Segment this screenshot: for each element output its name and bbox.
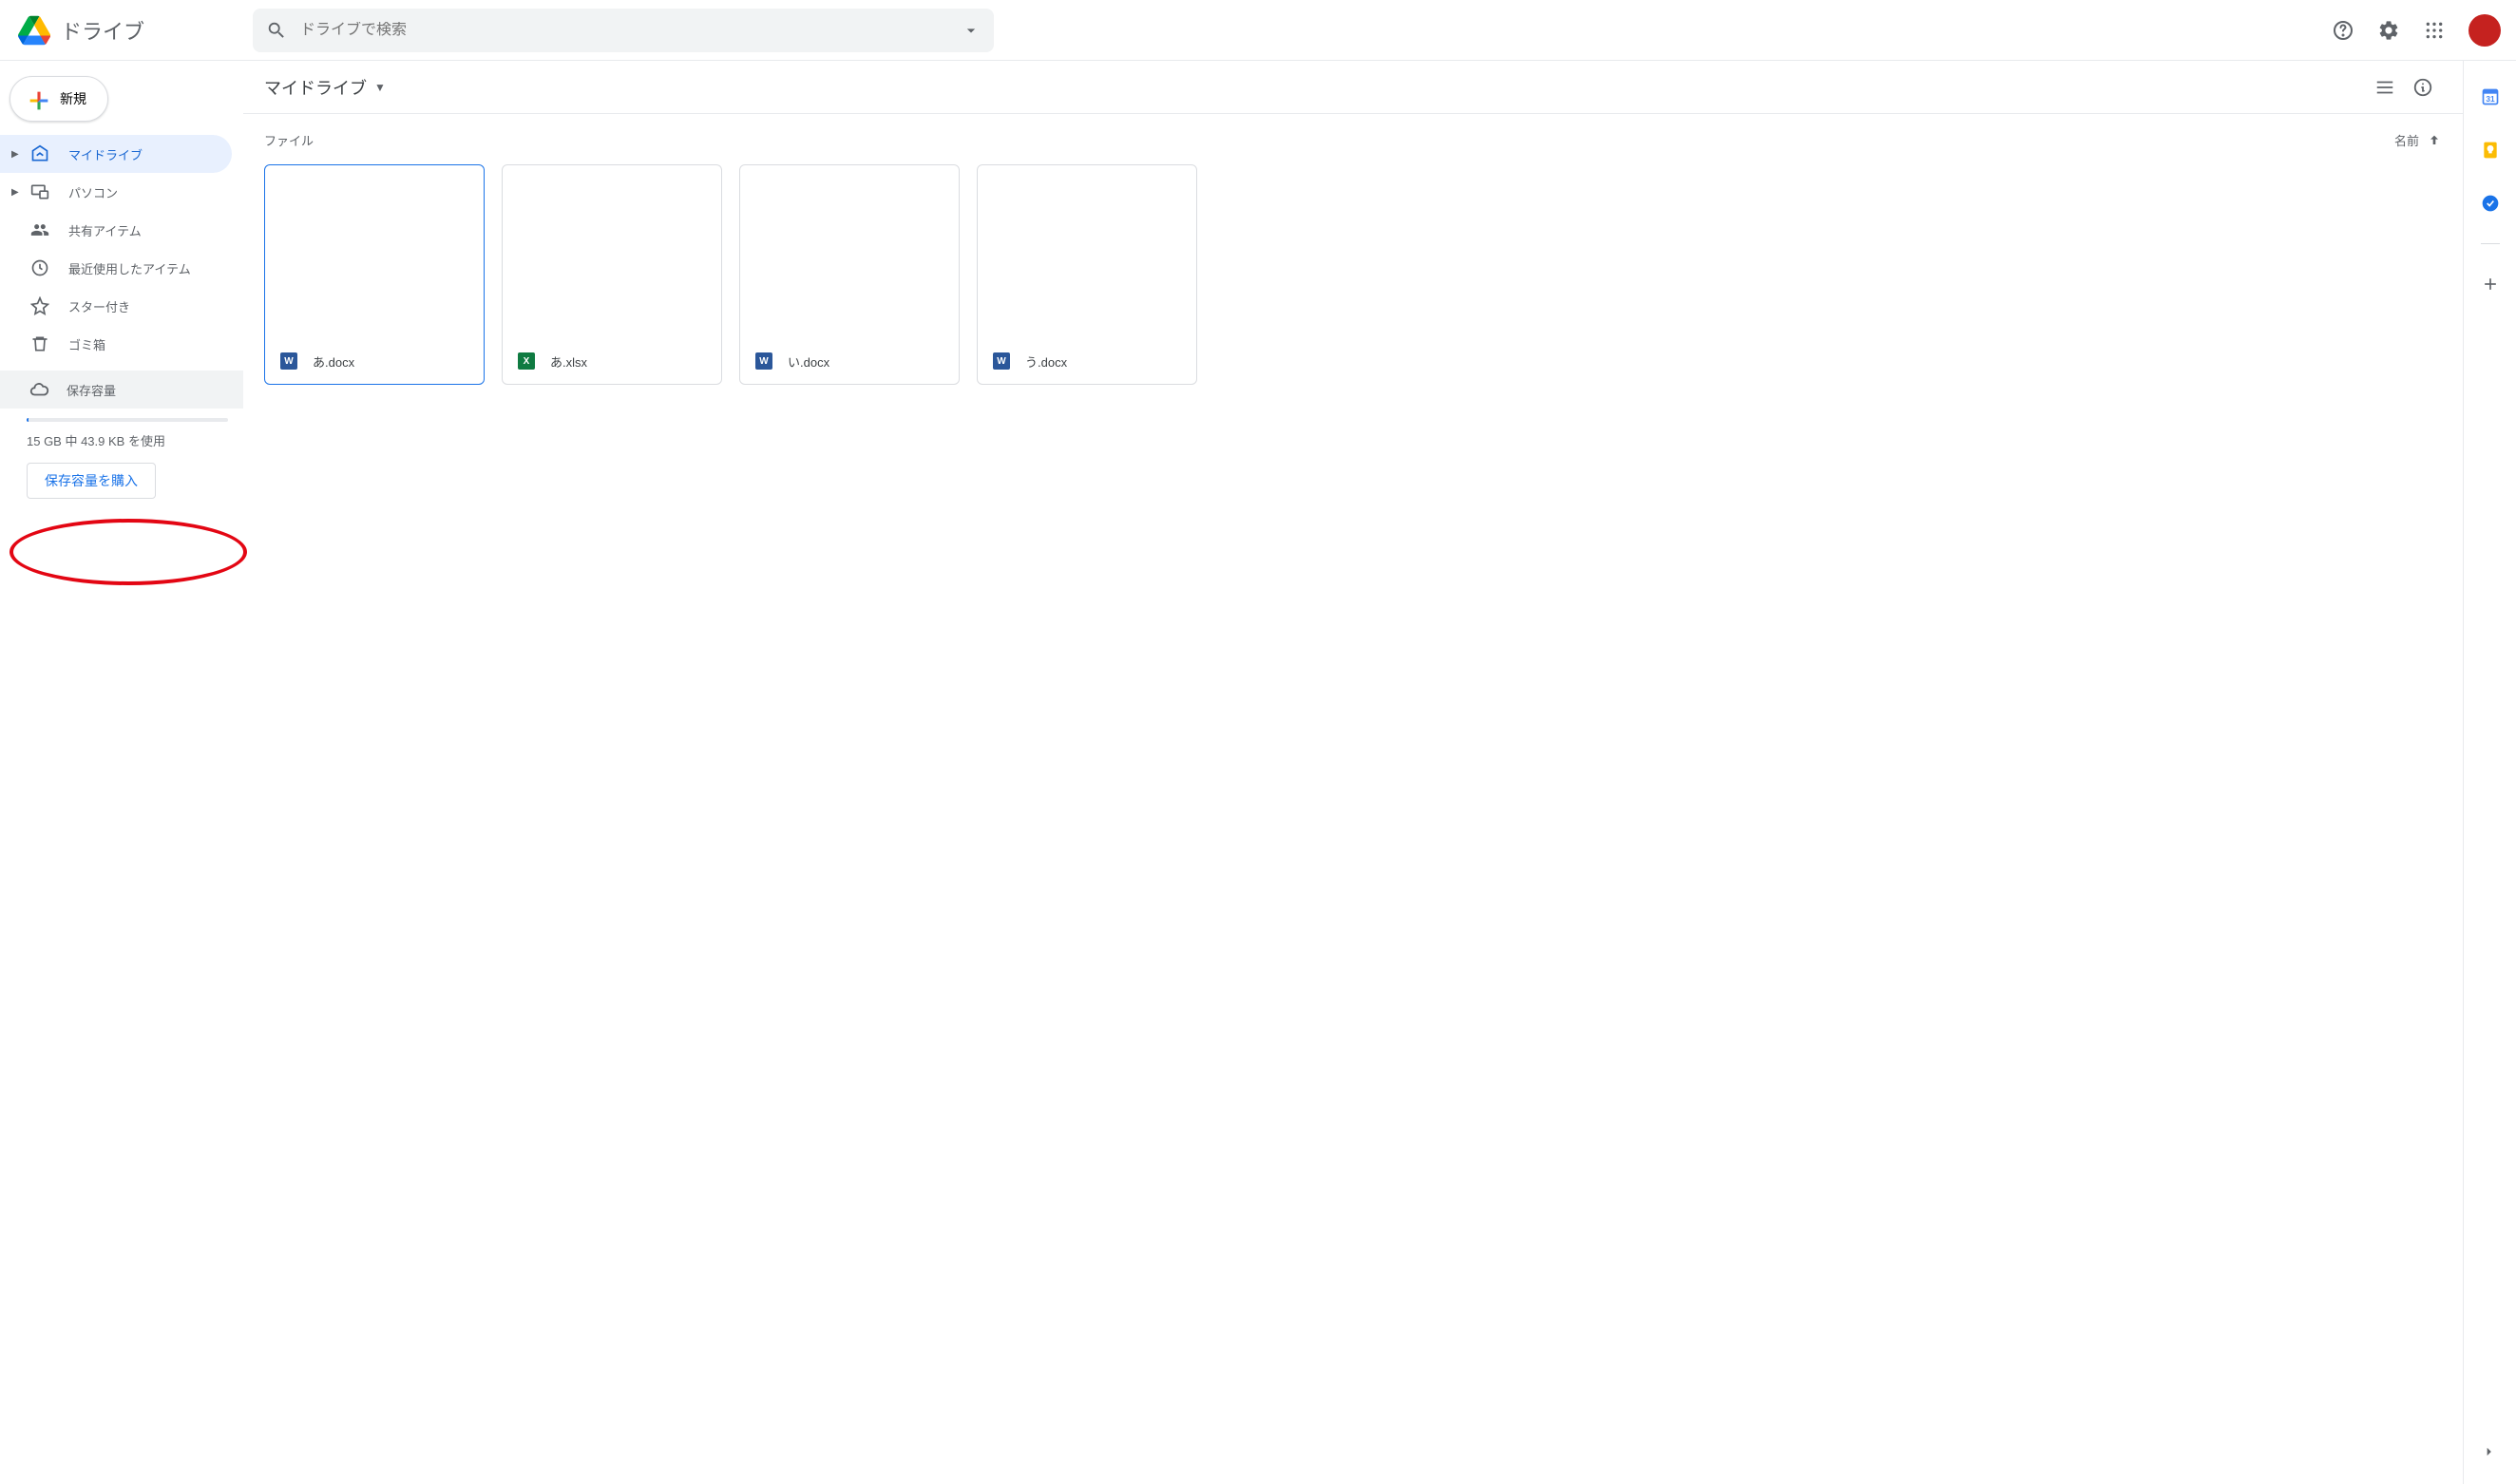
logo-area[interactable]: ドライブ — [15, 11, 253, 49]
sidebar-item-label: ゴミ箱 — [68, 335, 105, 353]
expand-icon[interactable]: ▶ — [11, 149, 23, 160]
account-avatar[interactable] — [2468, 14, 2501, 47]
sort-label: 名前 — [2394, 131, 2419, 149]
sidebar-item-label: マイドライブ — [68, 145, 143, 163]
files-grid: W あ.docx X あ.xlsx W い.docx — [243, 159, 2463, 390]
search-icon — [266, 20, 287, 41]
side-panel: 31 — [2463, 61, 2516, 1484]
file-preview — [503, 165, 721, 338]
storage-text: 15 GB 中 43.9 KB を使用 — [27, 431, 243, 449]
help-button[interactable] — [2324, 11, 2362, 49]
chevron-down-icon: ▼ — [374, 81, 386, 94]
annotation-circle — [10, 519, 247, 585]
sidebar-item-label: 共有アイテム — [68, 221, 142, 239]
list-view-button[interactable] — [2366, 68, 2404, 106]
add-apps-button[interactable] — [2471, 265, 2509, 303]
breadcrumb[interactable]: マイドライブ ▼ — [264, 75, 386, 100]
excel-icon: X — [518, 352, 535, 370]
header: ドライブ — [0, 0, 2516, 61]
arrow-up-icon — [2427, 133, 2442, 148]
sort-button[interactable]: 名前 — [2394, 131, 2442, 149]
word-icon: W — [993, 352, 1010, 370]
header-tools — [2324, 11, 2501, 49]
new-button[interactable]: 新規 — [10, 76, 108, 122]
mydrive-icon — [29, 143, 51, 165]
expand-icon[interactable]: ▶ — [11, 187, 23, 198]
sidebar-item-label: スター付き — [68, 297, 130, 315]
calendar-app-icon[interactable]: 31 — [2471, 78, 2509, 116]
file-name: あ.docx — [313, 352, 354, 371]
shared-icon — [29, 219, 51, 241]
sidebar-item-label: パソコン — [68, 183, 118, 201]
sidebar-item-label: 最近使用したアイテム — [68, 259, 191, 277]
new-button-label: 新規 — [60, 89, 86, 108]
sidebar-item-shared[interactable]: 共有アイテム — [0, 211, 232, 249]
computers-icon — [29, 181, 51, 203]
star-icon — [29, 295, 51, 317]
search-options-icon[interactable] — [962, 21, 981, 40]
sidebar-item-storage[interactable]: 保存容量 — [0, 371, 243, 409]
search-bar[interactable] — [253, 9, 994, 52]
file-preview — [265, 165, 484, 338]
sidebar-item-mydrive[interactable]: ▶ マイドライブ — [0, 135, 232, 173]
file-name: あ.xlsx — [550, 352, 587, 371]
storage-bar — [27, 418, 228, 422]
drive-logo-icon — [15, 11, 53, 49]
plus-icon — [26, 87, 48, 110]
divider — [2481, 243, 2500, 244]
section-label: ファイル — [264, 131, 314, 149]
search-input[interactable] — [300, 22, 962, 39]
sidebar-item-starred[interactable]: スター付き — [0, 287, 232, 325]
details-button[interactable] — [2404, 68, 2442, 106]
breadcrumb-label: マイドライブ — [264, 75, 367, 100]
file-name: う.docx — [1025, 352, 1067, 371]
svg-text:31: 31 — [2486, 94, 2495, 104]
file-preview — [978, 165, 1196, 338]
word-icon: W — [755, 352, 772, 370]
section-row: ファイル 名前 — [243, 114, 2463, 159]
collapse-panel-button[interactable] — [2471, 1433, 2509, 1471]
file-preview — [740, 165, 959, 338]
main: マイドライブ ▼ ファイル 名前 — [243, 61, 2463, 1484]
recent-icon — [29, 257, 51, 279]
cloud-icon — [29, 379, 49, 400]
trash-icon — [29, 333, 51, 355]
settings-button[interactable] — [2370, 11, 2408, 49]
word-icon: W — [280, 352, 297, 370]
sidebar-item-trash[interactable]: ゴミ箱 — [0, 325, 232, 363]
body: 新規 ▶ マイドライブ ▶ パソコン 共有アイテム — [0, 61, 2516, 1484]
sidebar-item-recent[interactable]: 最近使用したアイテム — [0, 249, 232, 287]
file-card[interactable]: X あ.xlsx — [502, 164, 722, 385]
app-name: ドライブ — [61, 15, 144, 46]
file-card[interactable]: W あ.docx — [264, 164, 485, 385]
tasks-app-icon[interactable] — [2471, 184, 2509, 222]
main-header: マイドライブ ▼ — [243, 61, 2463, 114]
file-card[interactable]: W い.docx — [739, 164, 960, 385]
apps-button[interactable] — [2415, 11, 2453, 49]
sidebar: 新規 ▶ マイドライブ ▶ パソコン 共有アイテム — [0, 61, 243, 1484]
file-card[interactable]: W う.docx — [977, 164, 1197, 385]
file-name: い.docx — [788, 352, 829, 371]
keep-app-icon[interactable] — [2471, 131, 2509, 169]
buy-storage-button[interactable]: 保存容量を購入 — [27, 463, 156, 499]
sidebar-item-computers[interactable]: ▶ パソコン — [0, 173, 232, 211]
storage-label: 保存容量 — [67, 381, 116, 399]
